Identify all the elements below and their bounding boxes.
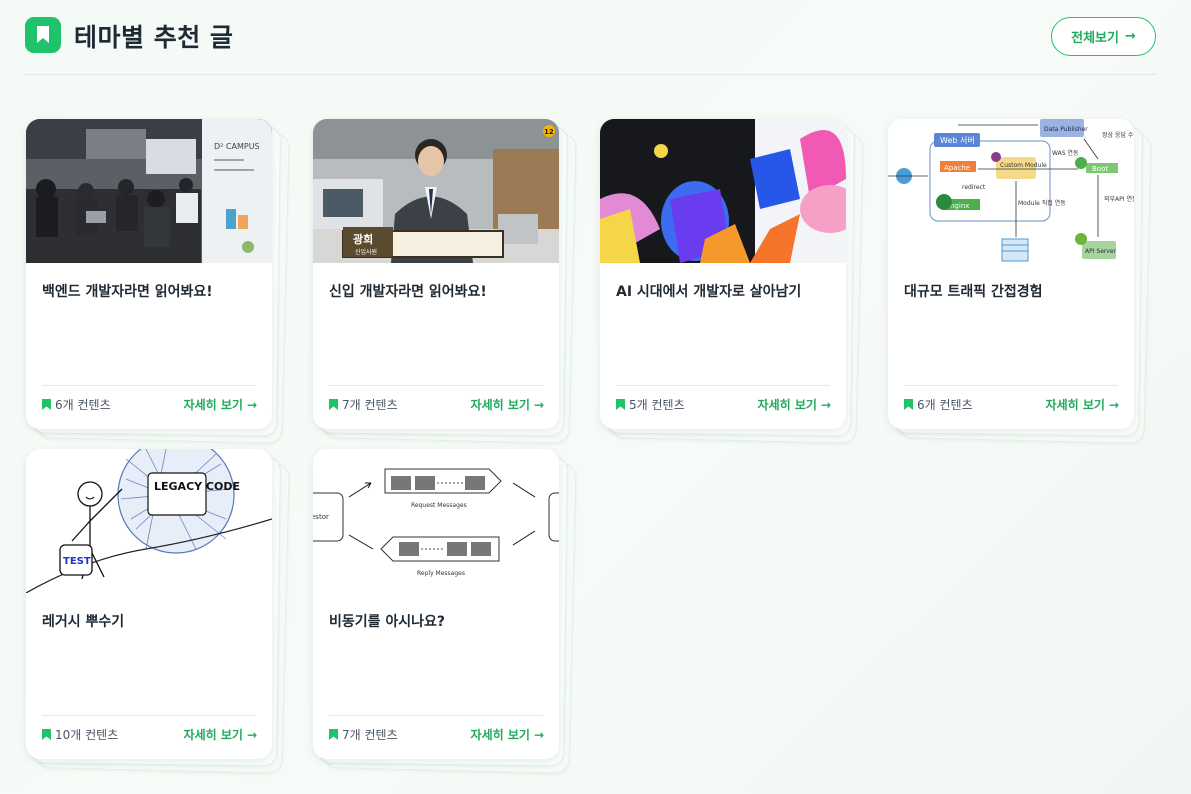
card-thumbnail: Web 서버 Apache nginx Custom Module Boot D… <box>888 119 1134 263</box>
bookmark-icon <box>329 729 338 740</box>
thumb-label-boot: Boot <box>1092 165 1108 173</box>
content-count-label: 6개 컨텐츠 <box>55 398 111 412</box>
content-count-label: 7개 컨텐츠 <box>342 398 398 412</box>
arrow-right-icon: → <box>533 727 544 742</box>
bookmark-icon <box>616 399 625 410</box>
content-count: 10개 컨텐츠 <box>42 726 118 743</box>
arrow-right-icon: → <box>246 727 257 742</box>
card-thumbnail: estor Request Messages Reply Messages <box>313 449 559 593</box>
thumb-label-web: Web 서버 <box>940 135 975 145</box>
card-thumbnail <box>600 119 846 263</box>
card-thumbnail: D² CAMPUS <box>26 119 272 263</box>
detail-link[interactable]: 자세히 보기 → <box>471 726 544 743</box>
thumb-caption: 광희 <box>353 232 373 246</box>
thumb-request-text: Request Messages <box>411 502 467 509</box>
card-title: 대규모 트래픽 간접경험 <box>904 284 1043 300</box>
detail-link[interactable]: 자세히 보기 → <box>1046 396 1119 413</box>
detail-link[interactable]: 자세히 보기 → <box>184 396 257 413</box>
view-all-button[interactable]: 전체보기 → <box>1051 17 1156 56</box>
section-header: 테마별 추천 글 전체보기 → <box>25 16 1156 74</box>
theme-card-body[interactable]: AI 시대에서 개발자로 살아남기 5개 컨텐츠 자세히 보기 → <box>600 119 846 429</box>
theme-card[interactable]: AI 시대에서 개발자로 살아남기 5개 컨텐츠 자세히 보기 → <box>600 119 864 444</box>
detail-label: 자세히 보기 <box>470 728 530 742</box>
thumb-left-text: estor <box>313 513 329 521</box>
bookmark-icon <box>329 399 338 410</box>
content-count: 6개 컨텐츠 <box>904 396 973 413</box>
card-title: 신입 개발자라면 읽어봐요! <box>329 284 487 300</box>
thumb-reply-text: Reply Messages <box>417 570 465 577</box>
thumb-legacy-text: LEGACY CODE <box>154 480 240 493</box>
card-divider <box>329 715 543 716</box>
content-count-label: 5개 컨텐츠 <box>629 398 685 412</box>
theme-card[interactable]: D² CAMPUS 백엔드 개발자라면 읽어봐요! 6개 컨텐츠 자세히 보기 … <box>26 119 290 444</box>
card-divider <box>329 385 543 386</box>
card-divider <box>42 715 256 716</box>
content-count-label: 10개 컨텐츠 <box>55 728 119 742</box>
detail-label: 자세히 보기 <box>470 398 530 412</box>
theme-card[interactable]: LEGACY CODE TEST 레거시 뿌수기 10개 컨텐츠 자세히 보기 … <box>26 449 290 774</box>
arrow-right-icon: → <box>533 397 544 412</box>
card-thumbnail: 광희 신입사원 12 <box>313 119 559 263</box>
content-count: 7개 컨텐츠 <box>329 396 398 413</box>
detail-link[interactable]: 자세히 보기 → <box>471 396 544 413</box>
arrow-right-icon: → <box>820 397 831 412</box>
theme-card[interactable]: 광희 신입사원 12 신입 개발자라면 읽어봐요! 7개 컨텐츠 자세히 보기 … <box>313 119 577 444</box>
theme-card-body[interactable]: D² CAMPUS 백엔드 개발자라면 읽어봐요! 6개 컨텐츠 자세히 보기 … <box>26 119 272 429</box>
theme-card-body[interactable]: Web 서버 Apache nginx Custom Module Boot D… <box>888 119 1134 429</box>
content-count-label: 7개 컨텐츠 <box>342 728 398 742</box>
detail-link[interactable]: 자세히 보기 → <box>184 726 257 743</box>
content-count: 7개 컨텐츠 <box>329 726 398 743</box>
thumb-label-ext: 외부API 연동 유입 <box>1104 195 1134 203</box>
detail-link[interactable]: 자세히 보기 → <box>758 396 831 413</box>
card-title: 백엔드 개발자라면 읽어봐요! <box>42 284 213 300</box>
thumb-label-nginx: nginx <box>950 202 969 210</box>
view-all-label: 전체보기 <box>1071 31 1119 46</box>
theme-card-body[interactable]: 광희 신입사원 12 신입 개발자라면 읽어봐요! 7개 컨텐츠 자세히 보기 … <box>313 119 559 429</box>
thumb-label-data: Data Publisher <box>1044 126 1088 133</box>
card-thumbnail: LEGACY CODE TEST <box>26 449 272 593</box>
thumb-test-text: TEST <box>63 556 91 567</box>
bookmark-icon <box>42 399 51 410</box>
content-count-label: 6개 컨텐츠 <box>917 398 973 412</box>
theme-card-body[interactable]: LEGACY CODE TEST 레거시 뿌수기 10개 컨텐츠 자세히 보기 … <box>26 449 272 759</box>
thumb-label-api: API Server <box>1085 248 1117 255</box>
thumb-campus-text: D² CAMPUS <box>214 142 260 151</box>
bookmark-logo-icon <box>25 17 61 53</box>
thumb-badge: 12 <box>544 128 554 136</box>
detail-label: 자세히 보기 <box>757 398 817 412</box>
card-divider <box>42 385 256 386</box>
thumb-caption-sub: 신입사원 <box>355 248 377 256</box>
header-divider <box>25 74 1156 75</box>
theme-card[interactable]: Web 서버 Apache nginx Custom Module Boot D… <box>888 119 1152 444</box>
detail-label: 자세히 보기 <box>183 728 243 742</box>
detail-label: 자세히 보기 <box>1045 398 1105 412</box>
content-count: 6개 컨텐츠 <box>42 396 111 413</box>
card-title: 레거시 뿌수기 <box>42 614 125 630</box>
card-divider <box>904 385 1118 386</box>
bookmark-icon <box>42 729 51 740</box>
thumb-label-custom: Custom Module <box>1000 162 1047 169</box>
theme-card[interactable]: estor Request Messages Reply Messages 비동… <box>313 449 577 774</box>
page-title: 테마별 추천 글 <box>74 23 234 52</box>
thumb-label-was: WAS 연동 <box>1052 149 1079 157</box>
thumb-label-apache: Apache <box>944 164 970 172</box>
arrow-right-icon: → <box>1124 29 1136 44</box>
thumb-label-module: Module 직접 연동 <box>1018 199 1066 207</box>
theme-card-body[interactable]: estor Request Messages Reply Messages 비동… <box>313 449 559 759</box>
thumb-label-redirect: redirect <box>962 184 986 191</box>
arrow-right-icon: → <box>246 397 257 412</box>
thumb-label-normal: 정상 응답 수집 <box>1102 131 1134 139</box>
card-title: 비동기를 아시나요? <box>329 614 446 630</box>
card-divider <box>616 385 830 386</box>
content-count: 5개 컨텐츠 <box>616 396 685 413</box>
card-title: AI 시대에서 개발자로 살아남기 <box>616 284 802 300</box>
arrow-right-icon: → <box>1108 397 1119 412</box>
bookmark-icon <box>904 399 913 410</box>
detail-label: 자세히 보기 <box>183 398 243 412</box>
